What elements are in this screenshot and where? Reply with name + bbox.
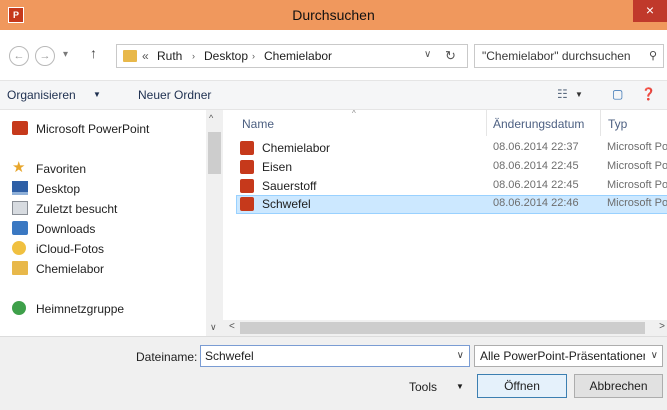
file-type: Microsoft PowerPoint — [607, 160, 667, 172]
filename-dropdown-icon[interactable]: ∨ — [457, 350, 464, 361]
downloads-icon — [12, 221, 28, 235]
sidebar-item-label: Favoriten — [36, 162, 87, 176]
sidebar-scrollbar[interactable]: ^ — [206, 110, 223, 335]
address-dropdown-icon[interactable]: ∨ — [424, 49, 431, 60]
breadcrumb-separator-icon[interactable]: › — [252, 51, 255, 61]
help-icon[interactable]: ❓ — [641, 87, 656, 101]
command-toolbar: Organisieren ▼ Neuer Ordner ☷ ▼ ▢ ❓ — [0, 80, 667, 110]
sidebar-item-label: Zuletzt besucht — [36, 202, 118, 216]
powerpoint-icon — [12, 121, 28, 135]
file-list-horizontal-scrollbar[interactable]: ∨ < > — [206, 320, 667, 336]
icloud-icon — [12, 241, 26, 255]
column-divider[interactable] — [600, 110, 601, 136]
sidebar-item-label: Heimnetzgruppe — [36, 302, 125, 316]
file-name: Sauerstoff — [262, 179, 317, 193]
scroll-left-icon[interactable]: < — [229, 321, 235, 332]
organize-button[interactable]: Organisieren — [7, 88, 76, 102]
sidebar-item-label: iCloud-Fotos — [36, 242, 105, 256]
powerpoint-file-icon — [240, 160, 254, 174]
column-header-date[interactable]: Änderungsdatum — [493, 110, 584, 136]
filename-value[interactable]: Schwefel — [205, 349, 254, 363]
folder-icon — [123, 50, 137, 62]
column-header-name[interactable]: Name — [242, 110, 274, 136]
filename-field[interactable]: Schwefel ∨ — [200, 345, 470, 367]
view-options-chevron-icon[interactable]: ▼ — [575, 90, 583, 99]
breadcrumb-separator-icon[interactable]: › — [192, 51, 195, 61]
navigation-pane: Microsoft PowerPoint ★ Favoriten Desktop… — [0, 110, 206, 335]
file-list: Name ^ Änderungsdatum Typ Chemielabor 08… — [224, 110, 667, 335]
breadcrumb-overflow-icon[interactable]: « — [142, 49, 149, 63]
column-divider[interactable] — [486, 110, 487, 136]
filename-label: Dateiname: — [136, 350, 198, 364]
scrollbar-thumb[interactable] — [240, 322, 645, 334]
filetype-dropdown-icon[interactable]: ∨ — [651, 350, 658, 361]
file-name: Eisen — [262, 160, 293, 174]
address-bar[interactable]: « Ruth › Desktop › Chemielabor ∨ ↻ — [116, 44, 468, 68]
organize-chevron-icon[interactable]: ▼ — [93, 90, 101, 99]
file-date: 08.06.2014 22:46 — [493, 197, 579, 209]
file-name: Chemielabor — [262, 141, 331, 155]
breadcrumb-desktop[interactable]: Desktop — [204, 49, 248, 63]
sidebar-item-label: Microsoft PowerPoint — [36, 122, 150, 136]
sidebar-item-label: Desktop — [36, 182, 81, 196]
close-button[interactable]: × — [633, 0, 667, 22]
powerpoint-file-icon — [240, 141, 254, 155]
sort-ascending-icon: ^ — [352, 110, 356, 118]
refresh-icon[interactable]: ↻ — [445, 48, 456, 64]
file-row[interactable]: Eisen 08.06.2014 22:45 Microsoft PowerPo… — [236, 158, 667, 177]
back-button[interactable]: ← — [9, 46, 29, 66]
file-name: Schwefel — [262, 197, 311, 211]
file-row[interactable]: Chemielabor 08.06.2014 22:37 Microsoft P… — [236, 139, 667, 158]
new-folder-button[interactable]: Neuer Ordner — [138, 88, 211, 102]
scroll-down-icon[interactable]: ∨ — [210, 322, 217, 333]
search-icon[interactable]: ⚲ — [649, 49, 657, 62]
file-date: 08.06.2014 22:37 — [493, 141, 579, 153]
recent-places-icon — [12, 201, 28, 215]
file-type: Microsoft PowerPoint — [607, 179, 667, 191]
cancel-button[interactable]: Abbrechen — [574, 374, 663, 398]
powerpoint-file-icon — [240, 197, 254, 211]
title-bar: P Durchsuchen × — [0, 0, 667, 30]
breadcrumb-chemielabor[interactable]: Chemielabor — [264, 49, 332, 63]
navigation-bar: ← → ▾ ↑ « Ruth › Desktop › Chemielabor ∨… — [0, 30, 667, 80]
filetype-value: Alle PowerPoint-Präsentationen — [480, 349, 645, 363]
file-type: Microsoft PowerPoint — [607, 197, 667, 209]
powerpoint-file-icon — [240, 179, 254, 193]
up-button[interactable]: ↑ — [90, 45, 97, 61]
preview-pane-icon[interactable]: ▢ — [612, 87, 623, 101]
column-header-type[interactable]: Typ — [608, 110, 627, 136]
view-options-icon[interactable]: ☷ — [557, 87, 568, 101]
scrollbar-thumb[interactable] — [208, 132, 221, 174]
scroll-right-icon[interactable]: > — [659, 321, 665, 332]
file-type: Microsoft PowerPoint — [607, 141, 667, 153]
search-box[interactable]: "Chemielabor" durchsuchen ⚲ — [474, 44, 664, 68]
sidebar-item-label: Downloads — [36, 222, 96, 236]
scroll-up-icon[interactable]: ^ — [209, 113, 213, 123]
file-date: 08.06.2014 22:45 — [493, 179, 579, 191]
sidebar-item-label: Chemielabor — [36, 262, 105, 276]
forward-button[interactable]: → — [35, 46, 55, 66]
open-button[interactable]: Öffnen — [477, 374, 567, 398]
dialog-footer: Dateiname: Schwefel ∨ Alle PowerPoint-Pr… — [0, 336, 667, 410]
homegroup-icon — [12, 301, 26, 315]
tools-button[interactable]: Tools — [409, 380, 437, 394]
search-input[interactable]: "Chemielabor" durchsuchen — [482, 49, 631, 63]
recent-locations-chevron-icon[interactable]: ▾ — [63, 49, 68, 60]
folder-icon — [12, 261, 28, 275]
desktop-icon — [12, 181, 28, 195]
file-row-selected[interactable]: Schwefel 08.06.2014 22:46 Microsoft Powe… — [236, 195, 667, 214]
window-title: Durchsuchen — [292, 7, 375, 23]
star-icon: ★ — [12, 159, 26, 176]
tools-chevron-icon[interactable]: ▼ — [456, 382, 464, 391]
filetype-select[interactable]: Alle PowerPoint-Präsentationen ∨ — [474, 345, 663, 367]
breadcrumb-ruth[interactable]: Ruth — [157, 49, 182, 63]
file-date: 08.06.2014 22:45 — [493, 160, 579, 172]
file-row[interactable]: Sauerstoff 08.06.2014 22:45 Microsoft Po… — [236, 177, 667, 196]
